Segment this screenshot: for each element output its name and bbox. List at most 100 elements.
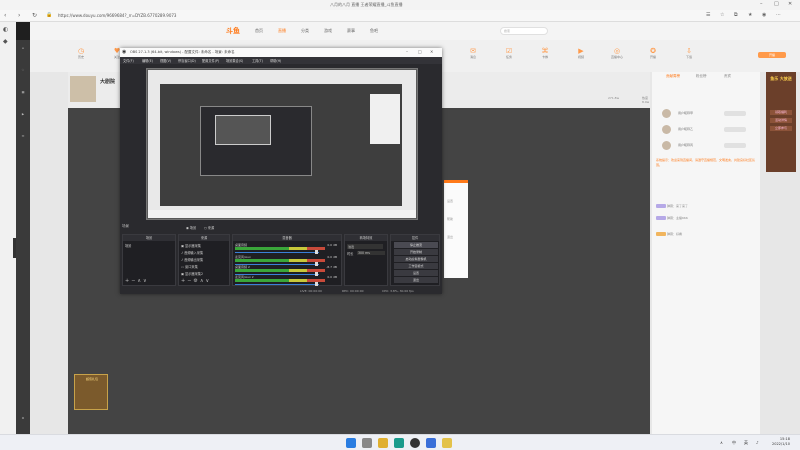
start-broadcast-button[interactable]: 开播	[758, 52, 786, 58]
minimize-icon[interactable]: –	[760, 1, 763, 7]
back-icon[interactable]: ‹	[4, 12, 6, 19]
sources-dock-footer[interactable]: +−⚙∧∨	[181, 278, 211, 284]
tray-expand-icon[interactable]: ∧	[720, 440, 723, 445]
source-item[interactable]: ♪ 音频输出采集	[181, 257, 203, 262]
site-logo[interactable]: 斗鱼	[226, 26, 240, 36]
edge-icon[interactable]	[394, 438, 404, 448]
popup-item[interactable]: 设置	[447, 199, 453, 203]
source-item[interactable]: ♪ 音频输入采集	[181, 250, 203, 255]
favorites-icon[interactable]: ★	[748, 12, 752, 18]
obs-menu-file[interactable]: 文件(F)	[123, 58, 134, 63]
obs-menu-tools[interactable]: 工具(T)	[252, 58, 263, 63]
obs-preview[interactable]	[146, 68, 418, 220]
rank-row[interactable]: 用户昵称甲	[662, 108, 752, 120]
chat-tab-0[interactable]: 贡献周榜	[666, 74, 680, 79]
subnav-item-6[interactable]: ☑ 任务	[498, 47, 520, 59]
star-icon[interactable]: ☆	[720, 12, 724, 18]
studio-mode-button[interactable]: 工作室模式	[394, 263, 438, 269]
maximize-icon[interactable]: □	[774, 1, 779, 7]
reload-icon[interactable]: ↻	[32, 12, 37, 19]
obs-maximize-icon[interactable]: □	[418, 49, 422, 54]
streamer-avatar[interactable]	[70, 76, 96, 102]
subnav-item-10[interactable]: ✪ 开播	[642, 47, 664, 59]
chat-tab-2[interactable]: 贵宾	[724, 74, 731, 79]
taskbar-clock[interactable]: 15:18 2022/1/10	[772, 437, 790, 447]
obs-menu-help[interactable]: 帮助(H)	[270, 58, 281, 63]
subnav-item-8[interactable]: ▶ 视频	[570, 47, 592, 59]
site-search-input[interactable]: 搜索	[500, 27, 548, 35]
url-input[interactable]: https://www.douyu.com/9669684?_rr=DYZB.6…	[58, 12, 658, 20]
exit-button[interactable]: 退出	[394, 277, 438, 283]
transition-duration-input[interactable]: 300 ms	[357, 251, 385, 255]
source-item[interactable]: ▭ 窗口采集	[181, 264, 198, 269]
streamer-name[interactable]: 大剧院	[100, 78, 115, 85]
site-nav-1[interactable]: 直播	[278, 28, 286, 34]
ime-icon[interactable]: 中	[732, 440, 736, 446]
obs-menu-scenecollection[interactable]: 场景集合(S)	[226, 58, 243, 63]
site-nav-3[interactable]: 游戏	[324, 28, 332, 34]
stop-streaming-button[interactable]: 停止推流	[394, 242, 438, 248]
site-nav-home-icon[interactable]: ⌂	[17, 46, 29, 50]
site-nav-video-icon[interactable]: ▶	[17, 112, 29, 116]
obs-minimize-icon[interactable]: –	[406, 49, 408, 54]
sidebar-apps-icon[interactable]: ◆	[3, 38, 8, 45]
source-item[interactable]: ▣ 显示器采集	[181, 243, 201, 248]
obs-taskbar-icon[interactable]	[410, 438, 420, 448]
site-nav-settings-icon[interactable]: ⚙	[17, 416, 29, 420]
site-nav-fishbar-icon[interactable]: ✉	[17, 134, 29, 138]
transition-type-select[interactable]: 淡出	[347, 244, 383, 249]
more-icon[interactable]: ⋯	[776, 12, 781, 18]
subnav-item-11[interactable]: ⇩ 下载	[678, 47, 700, 59]
site-nav-4[interactable]: 赛事	[347, 28, 355, 34]
subnav-item-0[interactable]: ◷ 历史	[70, 47, 92, 59]
obs-menu-profile[interactable]: 配置文件(P)	[202, 58, 219, 63]
profile-icon[interactable]: ◉	[762, 12, 766, 18]
rank-row[interactable]: 用户昵称丙	[662, 140, 752, 152]
obs-menu-docks[interactable]: 停靠窗口(D)	[178, 58, 196, 63]
left-ad-banner[interactable]: 超值礼包	[74, 374, 108, 410]
site-nav-5[interactable]: 鱼吧	[370, 28, 378, 34]
obs-scene-label: 场景	[122, 224, 129, 228]
scene-item[interactable]: 场景	[125, 243, 131, 248]
sidebar-search-icon[interactable]: ◐	[3, 26, 8, 33]
obs-radio-scenes[interactable]: ◉ 场景	[186, 225, 196, 230]
obs-radio-sources[interactable]: ○ 来源	[204, 225, 214, 230]
right-ad-banner[interactable]: 鱼乐 大放送 领取福利 活动详情 立即参与	[766, 72, 796, 172]
source-item[interactable]: ▣ 显示器采集2	[181, 271, 203, 276]
volume-slider[interactable]	[235, 284, 319, 285]
speaker-icon[interactable]: ♪	[756, 440, 759, 445]
rank-row[interactable]: 用户昵称乙	[662, 124, 752, 136]
volume-slider[interactable]	[235, 252, 319, 253]
subnav-item-9[interactable]: ◎ 直播中心	[606, 47, 628, 59]
volume-slider-handle[interactable]	[315, 250, 318, 254]
start-recording-button[interactable]: 开始录制	[394, 249, 438, 255]
app-icon[interactable]	[442, 438, 452, 448]
obs-menu-edit[interactable]: 编辑(E)	[142, 58, 153, 63]
settings-button[interactable]: 设置	[394, 270, 438, 276]
taskbar-search-icon[interactable]	[362, 438, 372, 448]
reader-icon[interactable]: ☰	[706, 12, 710, 18]
site-nav-2[interactable]: 分类	[301, 28, 309, 34]
chat-tab-1[interactable]: 粉丝榜	[696, 74, 707, 79]
site-nav-category-icon[interactable]: ▦	[17, 90, 29, 94]
ime-mode-icon[interactable]: 英	[744, 440, 748, 446]
obs-menu-view[interactable]: 视图(V)	[160, 58, 171, 63]
preview-nested-2	[200, 106, 312, 176]
level-badge	[656, 216, 666, 220]
site-nav-follow-icon[interactable]: ♡	[17, 68, 29, 72]
popup-item[interactable]: 帮助	[447, 217, 453, 221]
start-icon[interactable]	[346, 438, 356, 448]
forward-icon[interactable]: ›	[18, 12, 20, 19]
app-icon[interactable]	[426, 438, 436, 448]
file-explorer-icon[interactable]	[378, 438, 388, 448]
close-icon[interactable]: ✕	[788, 1, 792, 7]
virtual-camera-button[interactable]: 启动虚拟摄像机	[394, 256, 438, 262]
popup-item[interactable]: 退出	[447, 235, 453, 239]
subnav-item-7[interactable]: ⌘ 卡券	[534, 47, 556, 59]
volume-slider-handle[interactable]	[315, 282, 318, 286]
scenes-dock-footer[interactable]: +−∧∨	[125, 278, 149, 284]
collections-icon[interactable]: ⧉	[734, 12, 738, 18]
site-nav-0[interactable]: 首页	[255, 28, 263, 34]
obs-close-icon[interactable]: ✕	[430, 49, 433, 54]
subnav-item-5[interactable]: ✉ 消息	[462, 47, 484, 59]
